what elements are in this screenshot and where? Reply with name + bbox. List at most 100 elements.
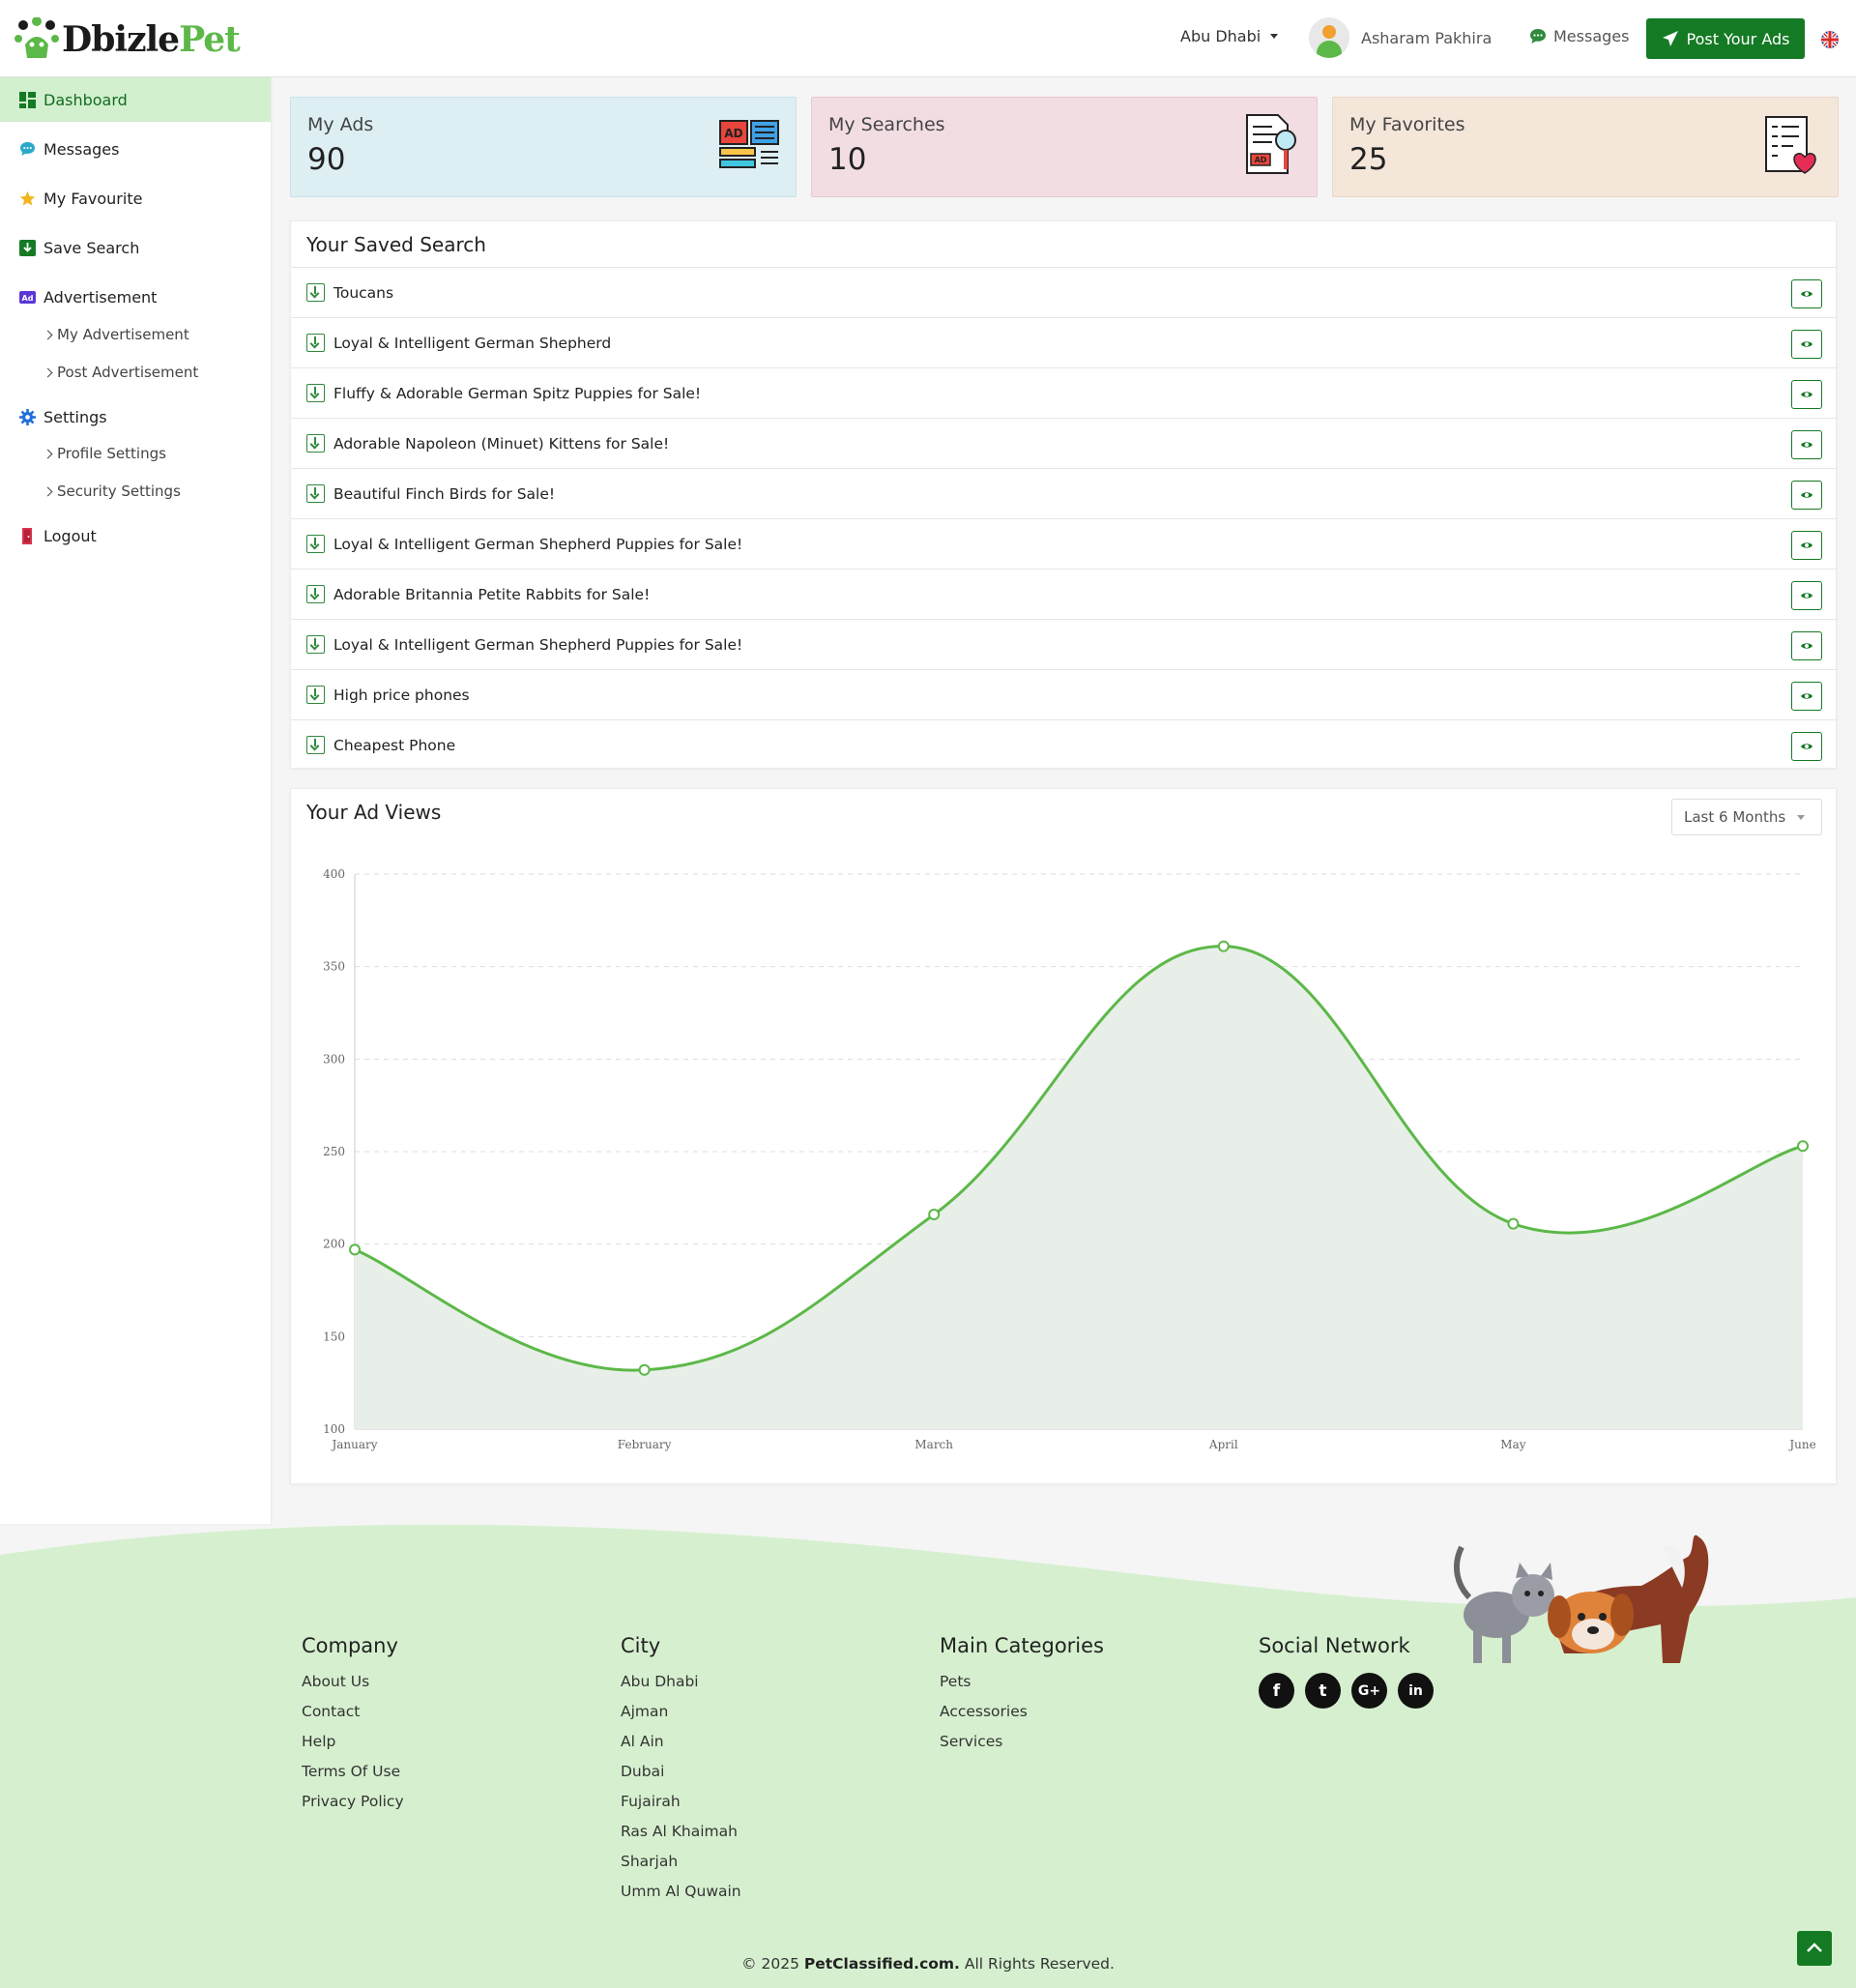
- footer-link[interactable]: Pets: [940, 1673, 1104, 1703]
- footer-link[interactable]: About Us: [302, 1673, 404, 1703]
- sidebar-subitem-my-advertisement[interactable]: My Advertisement: [43, 326, 189, 343]
- saved-search-label: Loyal & Intelligent German Shepherd: [334, 334, 612, 352]
- download-icon: [306, 686, 325, 704]
- data-point: [349, 1243, 361, 1256]
- ad-icon: Ad: [19, 290, 36, 304]
- facebook-icon[interactable]: f: [1259, 1673, 1294, 1709]
- sidebar-item-logout[interactable]: Logout: [0, 513, 271, 558]
- footer-link[interactable]: Accessories: [940, 1703, 1104, 1733]
- x-tick-label: January: [330, 1438, 377, 1451]
- sidebar-item-label: Logout: [44, 526, 97, 545]
- sidebar-subitem-label: Profile Settings: [57, 445, 166, 462]
- stat-card-my-favorites[interactable]: My Favorites 25: [1332, 97, 1839, 197]
- saved-search-row[interactable]: Adorable Napoleon (Minuet) Kittens for S…: [291, 418, 1838, 468]
- saved-search-row[interactable]: Loyal & Intelligent German Shepherd: [291, 317, 1838, 367]
- avatar: [1309, 17, 1349, 58]
- view-button[interactable]: [1791, 732, 1822, 761]
- post-your-ads-button[interactable]: Post Your Ads: [1646, 18, 1805, 59]
- linkedin-icon[interactable]: in: [1398, 1673, 1434, 1709]
- download-icon: [306, 384, 325, 402]
- eye-icon: [1801, 392, 1812, 397]
- download-icon: [306, 535, 325, 553]
- user-name: Asharam Pakhira: [1361, 28, 1493, 47]
- saved-search-row[interactable]: Loyal & Intelligent German Shepherd Pupp…: [291, 619, 1838, 669]
- saved-search-row[interactable]: High price phones: [291, 669, 1838, 719]
- copyright-suffix: All Rights Reserved.: [964, 1955, 1115, 1973]
- sidebar-item-settings[interactable]: Settings: [0, 395, 271, 439]
- view-button[interactable]: [1791, 481, 1822, 510]
- saved-search-row[interactable]: Cheapest Phone: [291, 719, 1838, 770]
- saved-search-row[interactable]: Fluffy & Adorable German Spitz Puppies f…: [291, 367, 1838, 418]
- user-menu[interactable]: Asharam Pakhira: [1309, 17, 1492, 58]
- footer-link[interactable]: Abu Dhabi: [621, 1673, 741, 1703]
- saved-search-row[interactable]: Loyal & Intelligent German Shepherd Pupp…: [291, 518, 1838, 569]
- eye-icon: [1801, 542, 1812, 548]
- chevron-right-icon: [43, 330, 53, 339]
- sidebar-item-advertisement[interactable]: Ad Advertisement: [0, 275, 271, 319]
- sidebar-subitem-post-advertisement[interactable]: Post Advertisement: [43, 364, 198, 381]
- download-icon: [306, 635, 325, 654]
- view-button[interactable]: [1791, 531, 1822, 560]
- footer-link[interactable]: Sharjah: [621, 1853, 741, 1883]
- footer-link[interactable]: Ajman: [621, 1703, 741, 1733]
- city-label: Abu Dhabi: [1180, 27, 1262, 45]
- footer-link[interactable]: Umm Al Quwain: [621, 1883, 741, 1913]
- footer-link[interactable]: Al Ain: [621, 1733, 741, 1763]
- eye-icon: [1801, 593, 1812, 599]
- scroll-to-top-button[interactable]: [1797, 1931, 1832, 1966]
- y-tick-label: 350: [323, 960, 345, 974]
- stat-card-my-ads[interactable]: My Ads 90 AD: [290, 97, 797, 197]
- chevron-down-icon: [1270, 34, 1279, 39]
- view-button[interactable]: [1791, 380, 1822, 409]
- view-button[interactable]: [1791, 631, 1822, 660]
- saved-search-title: Your Saved Search: [306, 233, 486, 256]
- chevron-right-icon: [43, 449, 53, 458]
- saved-search-label: Adorable Britannia Petite Rabbits for Sa…: [334, 585, 651, 603]
- download-icon: [306, 585, 325, 603]
- footer-link[interactable]: Ras Al Khaimah: [621, 1823, 741, 1853]
- sidebar-item-messages[interactable]: Messages: [0, 127, 271, 171]
- footer-link[interactable]: Contact: [302, 1703, 404, 1733]
- saved-search-row[interactable]: Beautiful Finch Birds for Sale!: [291, 468, 1838, 518]
- sidebar-item-my-favourite[interactable]: My Favourite: [0, 176, 271, 220]
- footer-link[interactable]: Services: [940, 1733, 1104, 1763]
- logo-text: DbizlePet: [62, 19, 241, 60]
- footer-link[interactable]: Privacy Policy: [302, 1793, 404, 1823]
- view-button[interactable]: [1791, 581, 1822, 610]
- x-tick-label: February: [618, 1438, 672, 1451]
- data-point: [1797, 1140, 1809, 1153]
- sidebar-subitem-label: My Advertisement: [57, 326, 189, 343]
- dashboard-icon: [19, 91, 36, 108]
- footer-link[interactable]: Dubai: [621, 1763, 741, 1793]
- x-tick-label: June: [1787, 1438, 1815, 1451]
- footer-link[interactable]: Terms Of Use: [302, 1763, 404, 1793]
- footer-column-title: Main Categories: [940, 1634, 1104, 1657]
- copyright-site[interactable]: PetClassified.com.: [804, 1955, 960, 1973]
- sidebar-item-save-search[interactable]: Save Search: [0, 225, 271, 270]
- stat-label: My Ads: [307, 114, 374, 135]
- saved-search-row[interactable]: Adorable Britannia Petite Rabbits for Sa…: [291, 569, 1838, 619]
- footer-link[interactable]: Help: [302, 1733, 404, 1763]
- site-logo[interactable]: DbizlePet: [14, 17, 241, 62]
- sidebar-subitem-security-settings[interactable]: Security Settings: [43, 482, 181, 500]
- uk-flag-icon[interactable]: [1821, 31, 1839, 48]
- view-button[interactable]: [1791, 682, 1822, 711]
- series-area: [355, 946, 1803, 1429]
- sidebar-item-dashboard[interactable]: Dashboard: [0, 77, 271, 122]
- city-selector[interactable]: Abu Dhabi: [1180, 27, 1279, 45]
- saved-search-label: High price phones: [334, 686, 470, 704]
- saved-search-row[interactable]: Toucans: [291, 267, 1838, 317]
- google-plus-icon[interactable]: G+: [1351, 1673, 1387, 1709]
- sidebar-subitem-profile-settings[interactable]: Profile Settings: [43, 445, 166, 462]
- stat-card-my-searches[interactable]: My Searches 10 AD: [811, 97, 1318, 197]
- view-button[interactable]: [1791, 279, 1822, 308]
- header-messages-link[interactable]: Messages: [1529, 27, 1629, 45]
- copyright-prefix: © 2025: [741, 1955, 799, 1973]
- twitter-icon[interactable]: t: [1305, 1673, 1341, 1709]
- footer-link[interactable]: Fujairah: [621, 1793, 741, 1823]
- footer-city-column: City Abu Dhabi Ajman Al Ain Dubai Fujairah Ra…: [621, 1634, 741, 1913]
- view-button[interactable]: [1791, 330, 1822, 359]
- view-button[interactable]: [1791, 430, 1822, 459]
- copyright-text: © 2025 PetClassified.com. All Rights Res…: [0, 1955, 1856, 1973]
- eye-icon: [1801, 643, 1812, 649]
